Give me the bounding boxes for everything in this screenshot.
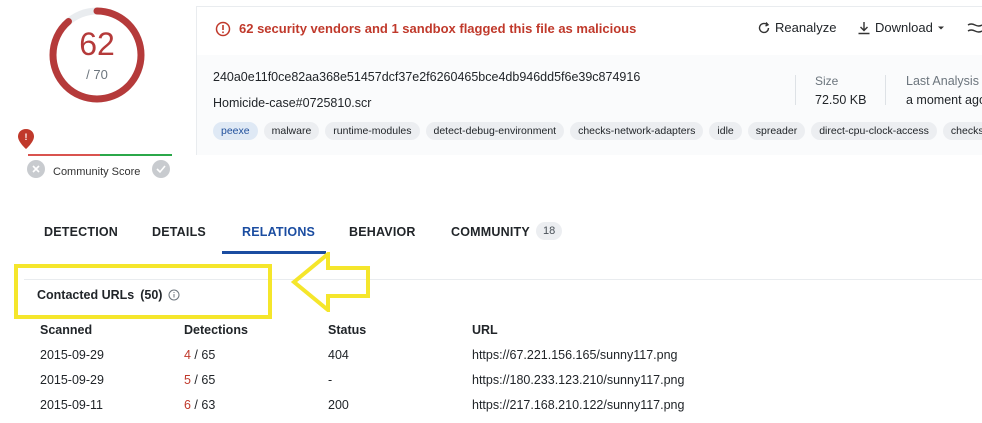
detection-banner: 62 security vendors and 1 sandbox flagge… (196, 6, 982, 56)
tag-list: peexe malware runtime-modules detect-deb… (213, 122, 982, 140)
tag[interactable]: malware (263, 122, 320, 140)
size-value: 72.50 KB (815, 93, 867, 107)
download-button[interactable]: Download (857, 20, 945, 35)
tab-detection[interactable]: DETECTION (44, 225, 118, 239)
detections-count: 6 (184, 398, 191, 412)
detections-count: 4 (184, 348, 191, 362)
url-link[interactable]: https://180.233.123.210/sunny117.png (472, 373, 684, 387)
tab-behavior[interactable]: BEHAVIOR (349, 225, 416, 239)
url-link[interactable]: https://217.168.210.122/sunny117.png (472, 398, 684, 412)
last-analysis-label: Last Analysis (906, 74, 979, 88)
detections-cell: 6 / 63 (184, 398, 215, 412)
thumbs-up-icon[interactable] (152, 160, 170, 178)
alert-circle-icon (215, 21, 231, 37)
annotation-arrow-icon (290, 252, 370, 312)
tag[interactable]: checks (942, 122, 982, 140)
tab-details[interactable]: DETAILS (152, 225, 206, 239)
tab-relations[interactable]: RELATIONS (242, 225, 315, 239)
community-score: ! Community Score (18, 128, 177, 188)
detections-total: / 65 (190, 373, 216, 387)
detections-cell: 4 / 65 (184, 348, 215, 362)
tag[interactable]: spreader (747, 122, 806, 140)
file-info-panel: 240a0e11f0ce82aa368e51457dcf37e2f6260465… (196, 55, 982, 155)
column-header-url[interactable]: URL (472, 323, 498, 337)
table-row[interactable]: 2015-09-29 4 / 65 404 https://67.221.156… (40, 348, 982, 373)
malicious-alert-text: 62 security vendors and 1 sandbox flagge… (239, 21, 637, 36)
tab-community[interactable]: COMMUNITY (451, 225, 530, 239)
scanned-date: 2015-09-29 (40, 373, 104, 387)
divider (885, 75, 886, 105)
tag[interactable]: detect-debug-environment (425, 122, 565, 140)
detections-count: 5 (184, 373, 191, 387)
status-code: 404 (328, 348, 349, 362)
tag[interactable]: idle (709, 122, 742, 140)
report-tabs: DETECTION DETAILS RELATIONS BEHAVIOR COM… (24, 212, 982, 254)
annotation-highlight-box (14, 264, 272, 319)
thumbs-down-icon[interactable] (27, 160, 45, 178)
detections-cell: 5 / 65 (184, 373, 215, 387)
refresh-icon (758, 21, 770, 33)
table-row[interactable]: 2015-09-11 6 / 63 200 https://217.168.21… (40, 398, 982, 423)
reanalyze-label: Reanalyze (775, 20, 837, 35)
column-header-detections[interactable]: Detections (184, 323, 248, 337)
file-hash[interactable]: 240a0e11f0ce82aa368e51457dcf37e2f6260465… (213, 70, 640, 84)
size-label: Size (815, 74, 839, 88)
caret-down-icon (937, 26, 944, 29)
community-score-label: Community Score (53, 166, 141, 178)
detections-total: / 63 (190, 398, 216, 412)
download-icon (858, 21, 870, 34)
status-code: 200 (328, 398, 349, 412)
status-code: - (328, 373, 333, 387)
community-count-badge: 18 (536, 222, 563, 240)
tag[interactable]: runtime-modules (325, 122, 420, 140)
reanalyze-button[interactable]: Reanalyze (757, 20, 836, 35)
map-pin-icon: ! (18, 129, 34, 149)
scanned-date: 2015-09-11 (40, 398, 104, 412)
detections-total: / 65 (190, 348, 216, 362)
community-score-bar (28, 154, 172, 156)
file-name: Homicide-case#0725810.scr (213, 96, 372, 110)
tag[interactable]: checks-network-adapters (570, 122, 704, 140)
score-total: / 70 (86, 67, 108, 82)
svg-text:!: ! (25, 132, 28, 142)
tag[interactable]: peexe (213, 122, 258, 140)
detection-score-gauge: 62 / 70 (47, 5, 147, 105)
column-header-scanned[interactable]: Scanned (40, 323, 92, 337)
table-row[interactable]: 2015-09-29 5 / 65 - https://180.233.123.… (40, 373, 982, 398)
url-link[interactable]: https://67.221.156.165/sunny117.png (472, 348, 678, 362)
column-header-status[interactable]: Status (328, 323, 366, 337)
download-label: Download (875, 20, 933, 35)
last-analysis-value: a moment ago (906, 93, 982, 107)
similar-icon[interactable] (967, 20, 982, 36)
divider (795, 75, 796, 105)
score-detected: 62 (79, 26, 115, 62)
scanned-date: 2015-09-29 (40, 348, 104, 362)
tag[interactable]: direct-cpu-clock-access (811, 122, 937, 140)
